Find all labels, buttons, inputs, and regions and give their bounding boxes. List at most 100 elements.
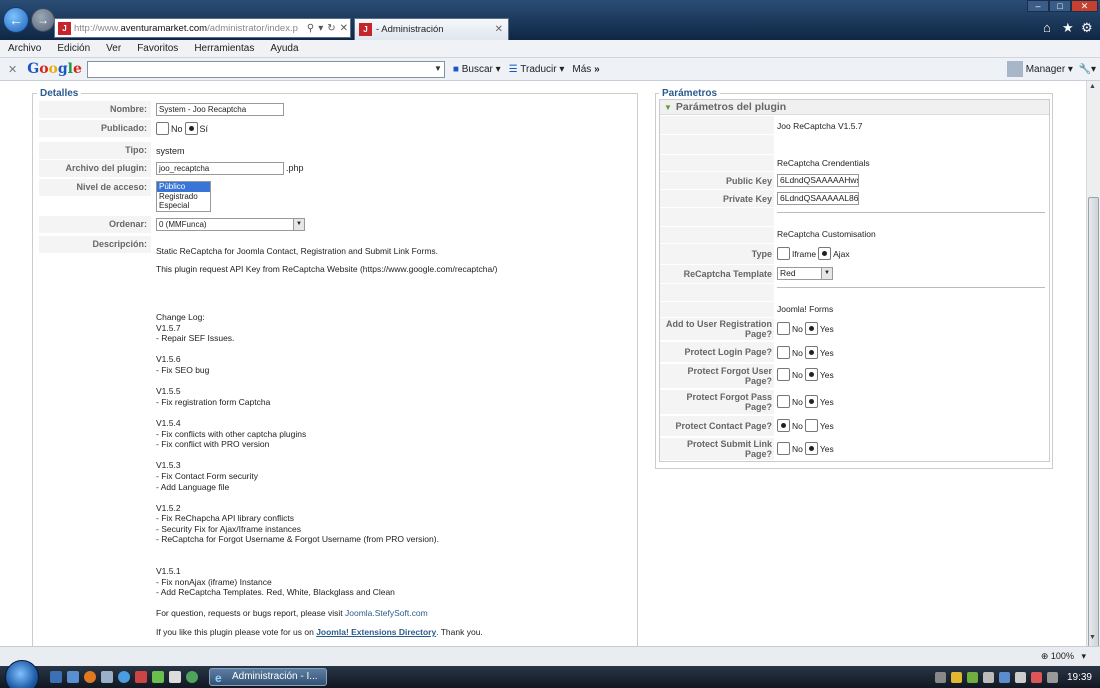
detalles-panel: Detalles Nombre: System - Joo Recaptcha … <box>32 88 638 646</box>
login-label: Protect Login Page? <box>660 342 774 362</box>
registration-no-radio[interactable] <box>777 322 790 335</box>
stop-icon[interactable]: ✕ <box>338 23 350 34</box>
chevron-down-icon[interactable]: ▼ <box>434 64 442 73</box>
explorer-icon[interactable] <box>101 671 113 683</box>
speaker-icon[interactable] <box>1046 671 1058 683</box>
scrollbar-thumb[interactable] <box>1088 197 1099 667</box>
menu-item-herramientas[interactable]: Herramientas <box>186 43 262 54</box>
back-arrow-icon: ← <box>9 12 23 28</box>
forgot-user-yes-radio[interactable] <box>804 368 818 381</box>
customisation-label-cell <box>660 227 774 243</box>
show-desktop-icon[interactable] <box>50 671 62 683</box>
more-button[interactable]: Más » <box>572 64 599 75</box>
address-bar[interactable]: J http://www.aventuramarket.com/administ… <box>54 18 351 38</box>
publicado-no-radio[interactable] <box>156 122 169 135</box>
forgot-pass-no-radio[interactable] <box>777 395 790 408</box>
google-search-button[interactable]: ■ Buscar ▾ <box>453 64 501 75</box>
zoom-control[interactable]: ⊕ 100% ▾ <box>1041 651 1086 662</box>
tray-icon[interactable] <box>934 671 946 683</box>
window-switcher-icon[interactable] <box>67 671 79 683</box>
acceso-option-publico[interactable]: Público <box>157 182 210 192</box>
scroll-up-icon[interactable]: ▲ <box>1089 83 1096 90</box>
registration-yes-radio[interactable] <box>804 322 818 335</box>
forgot-pass-yes-radio[interactable] <box>804 395 818 408</box>
acceso-listbox[interactable]: Público Registrado Especial <box>156 181 211 212</box>
ie-quicklaunch-icon[interactable] <box>118 671 130 683</box>
jed-link[interactable]: Joomla! Extensions Directory <box>316 627 436 637</box>
stefysoft-link[interactable]: Joomla.StefySoft.com <box>345 608 428 618</box>
submit-link-label: Protect Submit Link Page? <box>660 438 774 460</box>
app-icon[interactable] <box>135 671 147 683</box>
app-icon[interactable] <box>152 671 164 683</box>
favorites-star-icon[interactable]: ★ <box>1062 20 1074 36</box>
contact-no-radio[interactable] <box>777 419 790 432</box>
submit-link-yes-radio[interactable] <box>804 442 818 455</box>
gear-icon[interactable]: ⚙ <box>1081 20 1093 36</box>
close-tab-icon[interactable]: ✕ <box>495 24 503 35</box>
login-yes-radio[interactable] <box>804 346 818 359</box>
template-label: ReCaptcha Template <box>660 265 774 283</box>
firefox-icon[interactable] <box>84 671 96 683</box>
menu-item-edicion[interactable]: Edición <box>49 43 98 54</box>
menu-item-ver[interactable]: Ver <box>98 43 129 54</box>
close-toolbar-icon[interactable]: ✕ <box>8 63 17 76</box>
maximize-button[interactable]: □ <box>1049 0 1071 12</box>
refresh-icon[interactable]: ↻ <box>325 23 337 34</box>
type-iframe-radio[interactable] <box>777 247 790 260</box>
forgot-user-radios: No Yes <box>777 368 836 381</box>
app-icon[interactable] <box>169 671 181 683</box>
plugin-params-header[interactable]: ▼ Parámetros del plugin <box>660 100 1049 115</box>
submit-link-radios: No Yes <box>777 442 836 455</box>
home-icon[interactable]: ⌂ <box>1043 20 1051 35</box>
archivo-input[interactable]: joo_recaptcha <box>156 162 284 175</box>
scroll-down-icon[interactable]: ▼ <box>1089 634 1096 641</box>
tray-star-icon[interactable] <box>950 671 962 683</box>
template-select[interactable]: Red ▼ <box>777 267 833 280</box>
start-button[interactable] <box>5 660 39 688</box>
menu-item-favoritos[interactable]: Favoritos <box>129 43 186 54</box>
status-bar: ⊕ 100% ▾ <box>0 646 1100 666</box>
menu-item-archivo[interactable]: Archivo <box>0 43 49 54</box>
dropdown-arrow-icon[interactable]: ▾ <box>316 23 325 34</box>
user-menu[interactable]: Manager ▾ 🔧 ▾ <box>1006 61 1096 77</box>
site-favicon-icon: J <box>58 21 71 35</box>
tray-icon[interactable] <box>998 671 1010 683</box>
public-key-input[interactable]: 6LdndQSAAAAAHwsY <box>777 174 859 187</box>
chevron-down-icon[interactable]: ▼ <box>293 219 304 230</box>
vertical-scrollbar[interactable]: ▲ ▼ <box>1086 81 1100 667</box>
publicado-si-radio[interactable] <box>184 122 198 135</box>
volume-icon[interactable] <box>982 671 994 683</box>
forgot-user-no-radio[interactable] <box>777 368 790 381</box>
browser-tab[interactable]: J - Administración ✕ <box>354 18 509 40</box>
private-key-input[interactable]: 6LdndQSAAAAAL86E <box>777 192 859 205</box>
minimize-button[interactable]: – <box>1027 0 1049 12</box>
search-icon[interactable]: ⚲ <box>305 23 316 34</box>
submit-link-no-radio[interactable] <box>777 442 790 455</box>
translate-button[interactable]: ☰ Traducir ▾ <box>509 64 565 75</box>
browser-title-bar: ← → J http://www.aventuramarket.com/admi… <box>0 0 1100 40</box>
detalles-legend: Detalles <box>37 88 82 99</box>
expand-triangle-icon: ▼ <box>664 103 672 112</box>
type-ajax-radio[interactable] <box>818 247 832 260</box>
contact-yes-radio[interactable] <box>804 419 818 432</box>
tray-icon[interactable] <box>966 671 978 683</box>
nombre-input[interactable]: System - Joo Recaptcha <box>156 103 284 116</box>
forward-button[interactable]: → <box>31 8 55 32</box>
taskbar-ie-window[interactable]: e Administración - I... <box>209 668 327 686</box>
acceso-option-especial[interactable]: Especial <box>157 201 210 211</box>
chevron-down-icon[interactable]: ▼ <box>821 268 832 279</box>
wrench-icon[interactable]: 🔧 <box>1079 64 1091 75</box>
close-window-button[interactable]: ✕ <box>1071 0 1098 12</box>
google-search-input[interactable]: ▼ <box>86 60 445 78</box>
ordenar-select[interactable]: 0 (MMFunca) ▼ <box>156 218 305 231</box>
login-no-radio[interactable] <box>777 346 790 359</box>
acceso-option-registrado[interactable]: Registrado <box>157 192 210 202</box>
url-text[interactable]: http://www.aventuramarket.com/administra… <box>74 23 305 34</box>
network-icon[interactable] <box>1014 671 1026 683</box>
tray-icon[interactable] <box>1030 671 1042 683</box>
back-button[interactable]: ← <box>3 7 29 33</box>
menu-item-ayuda[interactable]: Ayuda <box>262 43 306 54</box>
chrome-icon[interactable] <box>186 671 198 683</box>
clock[interactable]: 19:39 <box>1067 672 1092 683</box>
credentials-title: ReCaptcha Crendentials <box>777 158 870 168</box>
